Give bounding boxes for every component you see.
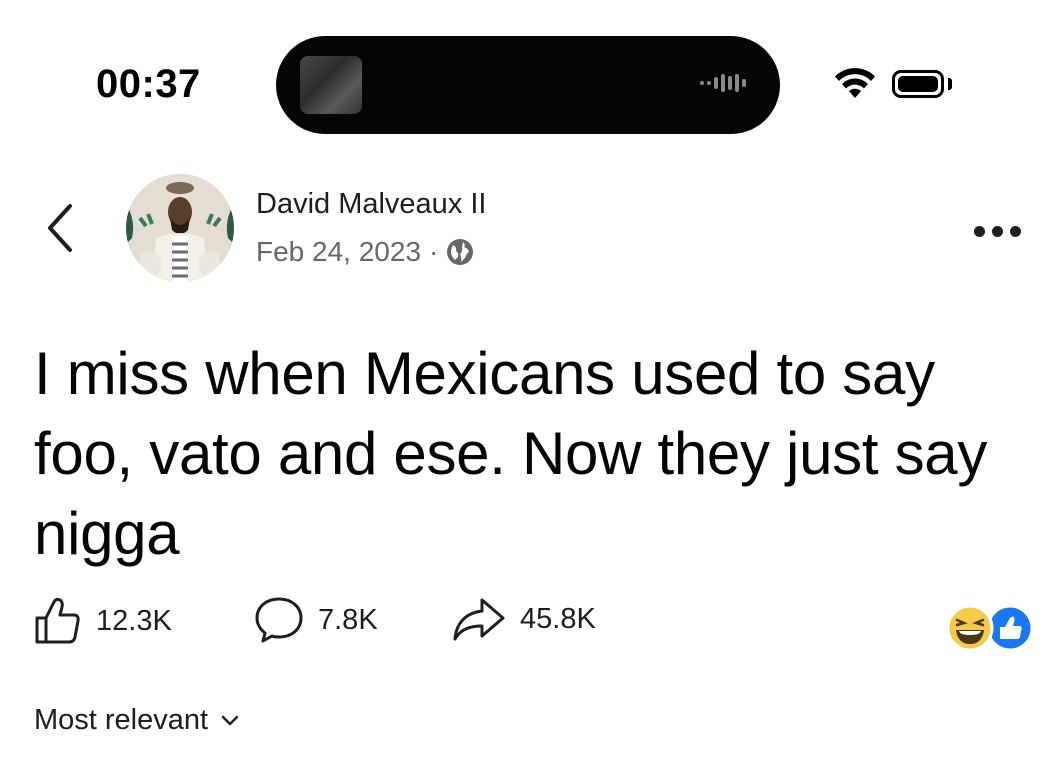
laughing-emoji-icon bbox=[946, 604, 994, 652]
author-name[interactable]: David Malveaux II bbox=[256, 188, 487, 221]
thumbs-up-icon bbox=[35, 597, 80, 644]
back-chevron-icon[interactable] bbox=[40, 200, 80, 256]
comment-button[interactable]: 7.8K bbox=[254, 596, 378, 644]
comments-sort-dropdown[interactable]: Most relevant bbox=[34, 704, 240, 737]
post-date[interactable]: Feb 24, 2023 bbox=[256, 236, 421, 268]
chevron-down-icon bbox=[221, 715, 239, 725]
avatar-image bbox=[126, 174, 234, 282]
reactions-summary[interactable] bbox=[946, 604, 1036, 652]
globe-icon bbox=[447, 239, 474, 265]
like-count: 12.3K bbox=[96, 604, 172, 637]
audio-waveform-icon bbox=[700, 74, 746, 92]
sort-label: Most relevant bbox=[34, 704, 209, 736]
like-reaction-icon bbox=[986, 604, 1034, 652]
status-time: 00:37 bbox=[96, 62, 201, 106]
share-button[interactable]: 45.8K bbox=[452, 596, 596, 642]
comment-bubble-icon bbox=[255, 597, 303, 643]
battery-icon bbox=[892, 70, 944, 98]
wifi-icon bbox=[835, 68, 875, 98]
comment-count: 7.8K bbox=[318, 603, 378, 636]
more-options-icon[interactable] bbox=[974, 226, 1021, 237]
battery-tip bbox=[948, 78, 952, 90]
share-count: 45.8K bbox=[520, 602, 596, 635]
like-button[interactable]: 12.3K bbox=[34, 596, 172, 646]
now-playing-artwork bbox=[300, 56, 362, 114]
post-text: I miss when Mexicans used to say foo, va… bbox=[34, 340, 988, 567]
meta-separator: · bbox=[429, 236, 439, 267]
dynamic-island[interactable] bbox=[276, 36, 780, 134]
post-meta: Feb 24, 2023 · bbox=[256, 236, 474, 268]
share-arrow-icon bbox=[453, 598, 505, 641]
author-avatar[interactable] bbox=[126, 174, 234, 282]
